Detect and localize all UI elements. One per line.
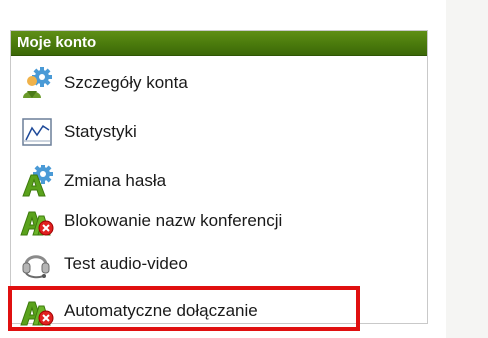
menu-item-label: Test audio-video <box>64 254 188 273</box>
letter-a-gear-icon <box>20 165 54 197</box>
menu-item-account-details[interactable]: Szczegóły konta <box>11 65 427 101</box>
menu-item-audio-video-test[interactable]: Test audio-video <box>11 246 427 282</box>
menu-item-label: Szczegóły konta <box>64 73 188 92</box>
menu-item-statistics[interactable]: Statystyki <box>11 114 427 150</box>
letter-a-block-icon <box>20 205 54 237</box>
content-background <box>446 0 488 338</box>
menu-item-label: Blokowanie nazw konferencji <box>64 211 283 230</box>
page: Moje konto Szczegóły konta Statystyki Zm… <box>0 0 488 338</box>
headset-icon <box>20 248 54 280</box>
highlight-box <box>8 286 360 331</box>
menu-item-label: Statystyki <box>64 122 137 141</box>
account-menu-panel: Moje konto Szczegóły konta Statystyki Zm… <box>10 30 428 326</box>
menu-item-block-conference-names[interactable]: Blokowanie nazw konferencji <box>11 203 427 239</box>
chart-line-icon <box>20 116 54 148</box>
menu-item-change-password[interactable]: Zmiana hasła <box>11 163 427 199</box>
panel-title: Moje konto <box>11 31 427 56</box>
user-gear-icon <box>20 67 54 99</box>
menu-item-label: Zmiana hasła <box>64 171 167 190</box>
